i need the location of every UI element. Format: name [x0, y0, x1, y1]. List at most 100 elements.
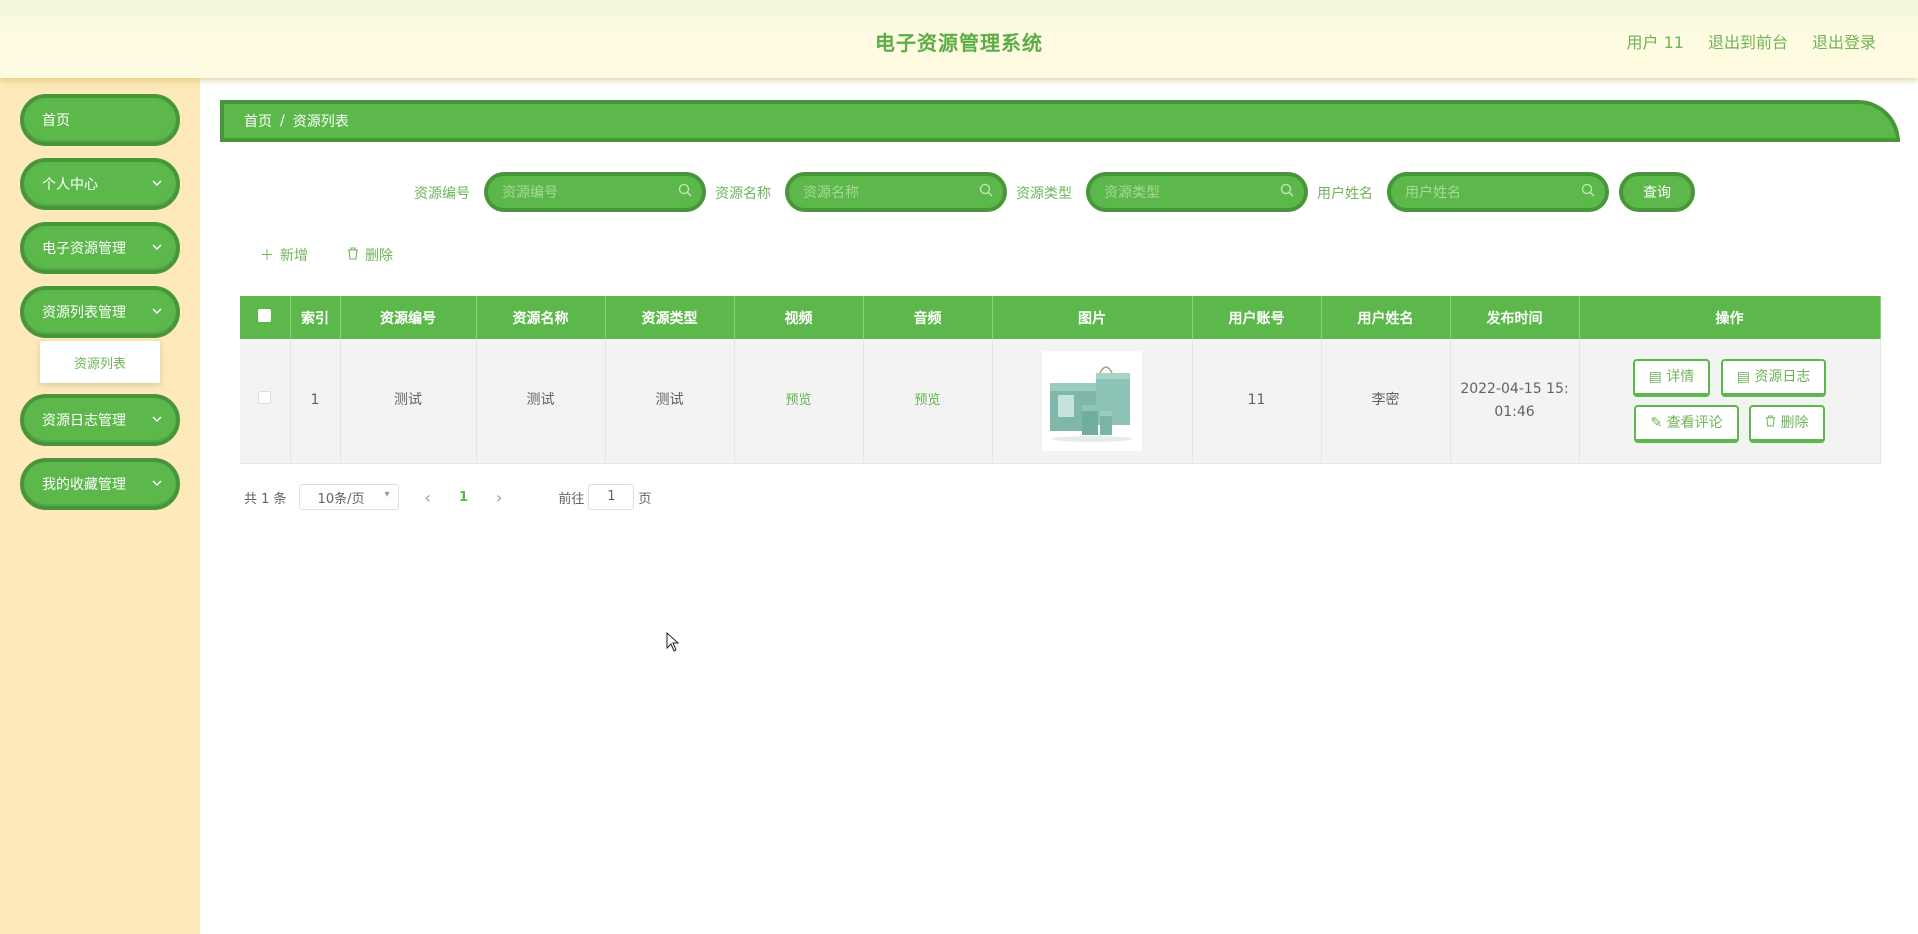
column-header: 资源名称	[476, 296, 606, 339]
cell-image	[992, 339, 1193, 464]
time-line: 01:46	[1494, 403, 1535, 420]
detail-button-label: 详情	[1666, 368, 1695, 385]
query-button[interactable]: 查询	[1619, 172, 1695, 212]
goto-suffix: 页	[638, 491, 652, 507]
goto-page-input[interactable]: 1	[588, 484, 635, 510]
submenu-item-label: 资源列表	[73, 356, 126, 372]
submenu-item-resource-list[interactable]: 资源列表	[40, 341, 160, 383]
breadcrumb-separator: /	[280, 113, 285, 129]
search-label-type: 资源类型	[1016, 186, 1072, 202]
search-label-code: 资源编号	[414, 186, 470, 202]
search-input-type[interactable]: 资源类型	[1086, 172, 1308, 212]
search-label-name: 资源名称	[715, 186, 771, 202]
cell-code: 测试	[340, 339, 477, 464]
search-input-code[interactable]: 资源编号	[484, 172, 706, 212]
column-header: 资源类型	[605, 296, 735, 339]
resource-table: 索引 资源编号 资源名称 资源类型 视频 音频 图片 用户账号 用户姓名 发布时…	[240, 296, 1881, 464]
goto-page: 前往 1 页	[558, 484, 651, 510]
search-input-username[interactable]: 用户姓名	[1387, 172, 1609, 212]
query-button-label: 查询	[1643, 185, 1671, 201]
sidebar-item-label: 我的收藏管理	[42, 477, 126, 493]
total-count: 共 1 条	[244, 491, 287, 507]
document-icon: ▤	[1736, 368, 1750, 385]
top-header: 电子资源管理系统 用户 11 退出到前台 退出登录	[0, 0, 1918, 78]
search-label-username: 用户姓名	[1317, 186, 1373, 202]
add-button[interactable]: ＋ 新增	[260, 245, 308, 265]
row-delete-button[interactable]: 删除	[1749, 404, 1825, 443]
column-header: 用户账号	[1192, 296, 1322, 339]
column-header: 资源编号	[340, 296, 477, 339]
chevron-down-icon	[152, 305, 162, 319]
batch-delete-button[interactable]: 删除	[347, 245, 393, 265]
column-header: 发布时间	[1450, 296, 1580, 339]
breadcrumb-home[interactable]: 首页	[244, 111, 272, 131]
row-delete-button-label: 删除	[1780, 414, 1809, 431]
sidebar-item-label: 资源日志管理	[42, 413, 126, 429]
search-placeholder: 资源类型	[1104, 185, 1160, 201]
table-header-row: 索引 资源编号 资源名称 资源类型 视频 音频 图片 用户账号 用户姓名 发布时…	[240, 296, 1881, 339]
chevron-down-icon	[152, 413, 162, 427]
cell-type: 测试	[605, 339, 735, 464]
delete-button-label: 删除	[365, 248, 393, 264]
sidebar-item-label: 首页	[42, 113, 70, 129]
resource-log-button[interactable]: ▤ 资源日志	[1720, 358, 1827, 397]
row-select-cell	[240, 339, 291, 464]
cell-time: 2022-04-15 15: 01:46	[1450, 339, 1580, 464]
goto-prefix: 前往	[558, 491, 585, 507]
logout-link[interactable]: 退出登录	[1812, 29, 1876, 53]
mouse-cursor-icon	[666, 631, 680, 656]
trash-icon	[347, 246, 359, 264]
cell-username: 李密	[1321, 339, 1451, 464]
breadcrumb-current: 资源列表	[292, 114, 349, 130]
detail-button[interactable]: ▤ 详情	[1632, 358, 1711, 397]
chevron-down-icon: ▾	[384, 489, 390, 500]
breadcrumb: 首页 / 资源列表	[220, 100, 1900, 142]
page-size-select[interactable]: 10条/页 ▾	[298, 484, 399, 510]
header-select-all[interactable]	[240, 296, 291, 339]
view-comments-button[interactable]: ✎ 查看评论	[1634, 404, 1739, 443]
sidebar-item-resource-management[interactable]: 电子资源管理	[20, 222, 180, 274]
chevron-down-icon	[152, 241, 162, 255]
back-to-front-link[interactable]: 退出到前台	[1708, 29, 1788, 53]
column-header: 图片	[992, 296, 1193, 339]
cell-audio: 预览	[863, 339, 993, 464]
search-placeholder: 用户姓名	[1405, 185, 1461, 201]
add-button-label: 新增	[280, 248, 308, 264]
sidebar-item-resource-log-management[interactable]: 资源日志管理	[20, 394, 180, 446]
document-icon: ▤	[1648, 368, 1662, 385]
sidebar-item-label: 资源列表管理	[42, 305, 126, 321]
select-all-checkbox[interactable]	[258, 309, 272, 322]
video-preview-link[interactable]: 预览	[785, 393, 811, 408]
current-page[interactable]: 1	[459, 490, 468, 505]
search-input-name[interactable]: 资源名称	[785, 172, 1007, 212]
row-checkbox[interactable]	[258, 391, 272, 405]
audio-preview-link[interactable]: 预览	[914, 393, 940, 408]
table-row: 1 测试 测试 测试 预览 预览 11 李密 2022-04-15 15: 01…	[240, 339, 1881, 464]
search-placeholder: 资源编号	[502, 185, 558, 201]
trash-icon	[1765, 415, 1780, 431]
sidebar-item-personal-center[interactable]: 个人中心	[20, 158, 180, 210]
user-name[interactable]: 用户 11	[1627, 29, 1684, 53]
view-comments-button-label: 查看评论	[1666, 414, 1723, 431]
chevron-down-icon	[152, 477, 162, 491]
prev-page-button[interactable]: ‹	[425, 488, 431, 507]
column-header: 操作	[1579, 296, 1881, 339]
sidebar-item-favorites-management[interactable]: 我的收藏管理	[20, 458, 180, 510]
edit-icon: ✎	[1650, 414, 1663, 431]
next-page-button[interactable]: ›	[496, 488, 502, 507]
search-icon	[1581, 183, 1595, 201]
search-icon	[1280, 183, 1294, 201]
cell-video: 预览	[734, 339, 864, 464]
resource-thumbnail[interactable]	[1042, 350, 1142, 451]
column-header: 用户姓名	[1321, 296, 1451, 339]
chevron-down-icon	[152, 177, 162, 191]
sidebar-item-home[interactable]: 首页	[20, 94, 180, 146]
sidebar-item-label: 个人中心	[42, 177, 98, 193]
plus-icon: ＋	[260, 248, 274, 264]
page-size-value: 10条/页	[317, 491, 365, 507]
search-icon	[979, 183, 993, 201]
cell-account: 11	[1192, 339, 1322, 464]
cell-operations: ▤ 详情 ▤ 资源日志 ✎ 查看评论 删除	[1579, 339, 1881, 464]
sidebar-item-resource-list-management[interactable]: 资源列表管理	[20, 286, 180, 338]
cell-index: 1	[290, 339, 341, 464]
